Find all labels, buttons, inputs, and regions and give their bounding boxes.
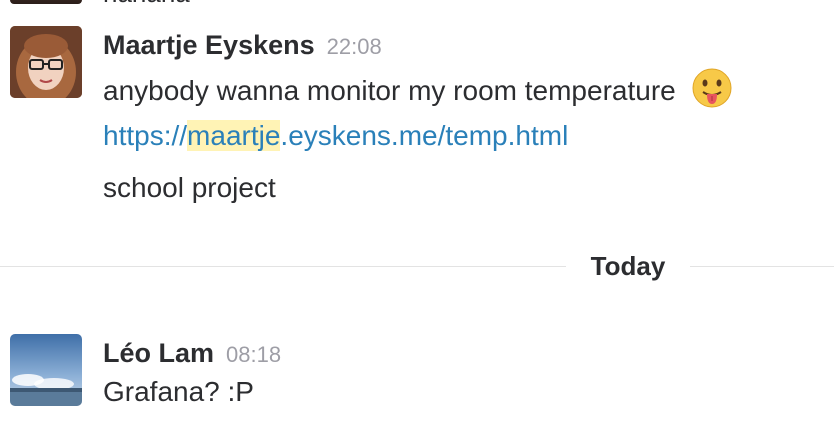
stuck-out-tongue-icon[interactable] (692, 68, 732, 115)
sender-name[interactable]: Léo Lam (103, 338, 214, 368)
avatar[interactable] (10, 0, 82, 4)
link-prefix[interactable]: https:// (103, 120, 187, 151)
avatar-image (10, 26, 82, 98)
link-highlight[interactable]: maartje (187, 120, 281, 151)
avatar[interactable] (10, 334, 82, 406)
sender-name[interactable]: Maartje Eyskens (103, 30, 315, 60)
message-text: anybody wanna monitor my room temperatur… (103, 75, 676, 106)
message-text: Grafana? :P (103, 376, 254, 407)
message-text: hahaha (103, 0, 190, 6)
timestamp[interactable]: 08:18 (226, 342, 281, 367)
timestamp[interactable]: 22:08 (327, 34, 382, 59)
message-link[interactable]: https://maartje.eyskens.me/temp.html (103, 120, 568, 152)
link-suffix[interactable]: .eyskens.me/temp.html (280, 120, 568, 151)
message-text: school project (103, 172, 276, 203)
avatar[interactable] (10, 26, 82, 98)
day-divider-label: Today (566, 247, 690, 285)
day-divider-line (0, 266, 834, 267)
message-text-line: anybody wanna monitor my room temperatur… (103, 68, 732, 115)
previous-message: hahaha (0, 0, 834, 6)
avatar-image (10, 334, 82, 406)
